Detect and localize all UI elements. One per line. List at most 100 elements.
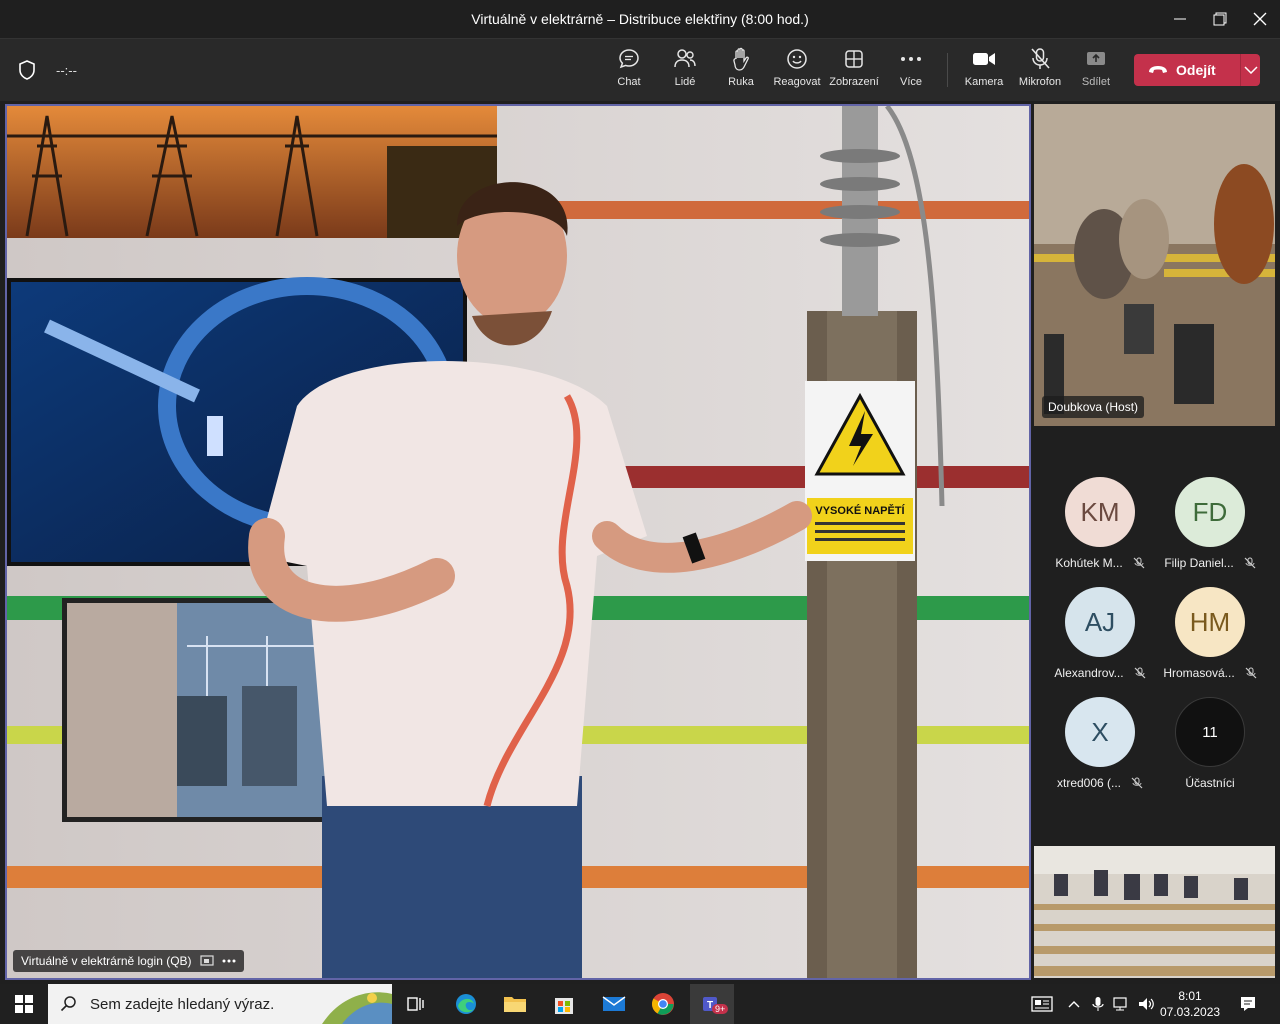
react-label: Reagovat [773,76,821,88]
chat-label: Chat [617,76,641,88]
participant-name: Hromasová... [1163,666,1235,680]
screen-share-icon [199,955,214,966]
participant-name-chip: Doubkova (Host) [1042,396,1145,418]
news-icon [1031,996,1053,1012]
tray-volume-button[interactable] [1134,988,1158,1020]
raise-hand-button[interactable]: Ruka [713,47,769,95]
people-label: Lidé [674,76,696,88]
avatar: HM [1175,587,1245,657]
view-button[interactable]: Zobrazení [826,47,882,95]
notification-icon [1241,997,1255,1011]
news-button[interactable] [1026,988,1058,1020]
file-explorer-button[interactable] [499,988,531,1020]
participant-count-badge: 11 [1175,697,1245,767]
shield-icon[interactable] [18,60,36,85]
search-icon [60,996,76,1012]
taskbar-clock[interactable]: 8:01 07.03.2023 [1160,988,1220,1020]
main-video-stage[interactable]: VYSOKÉ NAPĚTÍ Virtuálně v elektrárně log… [5,104,1031,980]
participant-name: Alexandrov... [1054,666,1124,680]
participant-card[interactable]: AJ Alexandrov... [1045,587,1155,680]
smiley-icon [785,47,809,71]
mic-muted-icon [1133,557,1145,569]
windows-logo-icon [15,995,33,1013]
task-view-icon [407,997,424,1011]
minimize-button[interactable] [1160,6,1200,32]
mail-icon [602,996,626,1011]
notifications-button[interactable] [1232,988,1264,1020]
raise-hand-label: Ruka [728,76,754,88]
mic-muted-icon [1131,777,1143,789]
speaker-icon [1139,998,1154,1010]
task-view-button[interactable] [400,988,432,1020]
react-button[interactable]: Reagovat [769,47,825,95]
toolbar-divider [947,53,948,87]
mail-button[interactable] [598,988,630,1020]
more-button[interactable]: Více [883,47,939,95]
share-button[interactable]: Sdílet [1068,47,1124,95]
avatar: FD [1175,477,1245,547]
camera-icon [972,47,996,71]
chevron-up-icon [1068,1001,1080,1008]
folder-icon [504,997,526,1012]
more-label: Více [899,76,922,88]
participants-overflow-button[interactable]: 11 Účastníci [1155,697,1265,790]
meeting-toolbar: --:-- Chat Lidé Ruka Reagovat Zobrazení … [0,38,1280,101]
more-options-icon[interactable] [222,959,236,963]
chrome-icon [652,993,674,1015]
close-icon [1253,12,1267,26]
participant-name: Filip Daniel... [1164,556,1234,570]
participant-video-feed [1034,104,1275,426]
mic-muted-icon [1134,667,1146,679]
share-label: Sdílet [1081,76,1111,88]
participant-card[interactable]: X xtred006 (... [1045,697,1155,790]
microphone-icon [1092,997,1104,1011]
title-bar: Virtuálně v elektrárně – Distribuce elek… [0,0,1280,38]
leave-options-button[interactable] [1241,66,1260,74]
people-button[interactable]: Lidé [657,47,713,95]
microphone-button[interactable]: Mikrofon [1012,47,1068,95]
presenter-name: Virtuálně v elektrárně login (QB) [21,954,192,968]
leave-label: Odejít [1176,62,1216,78]
tray-mic-button[interactable] [1086,988,1110,1020]
store-button[interactable] [548,988,580,1020]
participant-card[interactable]: HM Hromasová... [1155,587,1265,680]
teams-button[interactable]: T 9+ [690,984,734,1024]
start-button[interactable] [8,988,40,1020]
edge-button[interactable] [450,988,482,1020]
avatar: X [1065,697,1135,767]
leave-button[interactable]: Odejít [1134,54,1260,86]
meeting-timer: --:-- [56,63,77,78]
presenter-name-chip: Virtuálně v elektrárně login (QB) [13,950,244,972]
tray-overflow-button[interactable] [1062,988,1086,1020]
participant-card[interactable]: FD Filip Daniel... [1155,477,1265,570]
chat-icon [617,47,641,71]
mic-off-icon [1028,47,1052,71]
participant-roster: KM Kohútek M... FD Filip Daniel... AJ Al… [1034,426,1275,844]
taskbar-search-box[interactable]: Sem zadejte hledaný výraz. [48,984,392,1024]
camera-label: Kamera [964,76,1004,88]
presenter-video-feed: VYSOKÉ NAPĚTÍ [7,106,1029,978]
chrome-button[interactable] [647,988,679,1020]
leave-main[interactable]: Odejít [1134,54,1240,86]
camera-button[interactable]: Kamera [956,47,1012,95]
room-video-feed [1034,846,1275,978]
tray-network-button[interactable] [1110,988,1134,1020]
teams-badge: 9+ [712,1004,729,1014]
warning-sign-text: VYSOKÉ NAPĚTÍ [815,504,905,517]
mic-muted-icon [1244,557,1256,569]
room-video-tile[interactable] [1034,846,1275,978]
avatar: AJ [1065,587,1135,657]
close-button[interactable] [1240,6,1280,32]
more-icon [899,47,923,71]
chevron-down-icon [1243,66,1258,74]
restore-icon [1213,12,1227,26]
windows-taskbar: Sem zadejte hledaný výraz. T 9+ 8:01 07.… [0,984,1280,1024]
people-icon [673,47,697,71]
microphone-label: Mikrofon [1018,76,1062,88]
chat-button[interactable]: Chat [601,47,657,95]
maximize-button[interactable] [1200,6,1240,32]
participant-video-tile[interactable]: Doubkova (Host) [1034,104,1275,426]
avatar: KM [1065,477,1135,547]
participant-card[interactable]: KM Kohútek M... [1045,477,1155,570]
view-label: Zobrazení [829,76,879,88]
